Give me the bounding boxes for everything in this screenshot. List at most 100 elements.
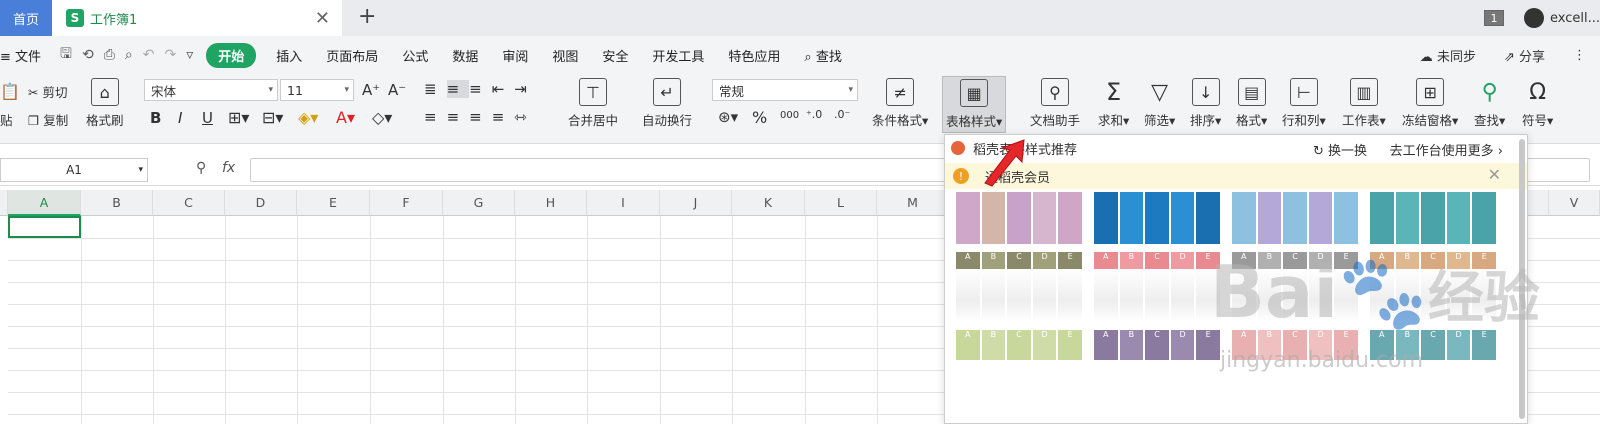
font-grow-icon[interactable]: A⁺ [362, 81, 380, 99]
chevron-down-icon[interactable]: ▿ [186, 47, 193, 63]
sort-button[interactable]: ↓ 排序▾ [1190, 78, 1221, 129]
table-style-thumbnail[interactable] [1370, 192, 1498, 244]
increase-decimal-icon[interactable]: ⁺.0 [806, 108, 822, 121]
column-header-j[interactable]: J [660, 190, 732, 216]
italic-icon[interactable]: I [178, 109, 182, 127]
more-icon[interactable]: ⋮ [1573, 48, 1586, 63]
menu-insert[interactable]: 插入 [276, 46, 302, 65]
conditional-format-button[interactable]: ≠ 条件格式▾ [872, 78, 928, 129]
cut-button[interactable]: ✂ 剪切 [28, 82, 67, 101]
menu-data[interactable]: 数据 [452, 46, 478, 65]
align-middle-icon[interactable]: ≡ [446, 80, 470, 98]
table-style-thumbnail[interactable] [1094, 192, 1222, 244]
column-header-l[interactable]: L [805, 190, 877, 216]
column-header-k[interactable]: K [732, 190, 805, 216]
print-icon[interactable]: ⎙ [104, 47, 115, 63]
menu-view[interactable]: 视图 [552, 46, 578, 65]
symbol-button[interactable]: Ω 符号▾ [1522, 78, 1553, 129]
merge-center-button[interactable]: ⊤ 合并居中 [568, 78, 618, 129]
currency-icon[interactable]: ⊛▾ [718, 108, 738, 126]
table-style-thumbnail[interactable]: ABCDE [1094, 330, 1222, 360]
undo-history-icon[interactable]: ⟲ [82, 47, 94, 63]
worksheet-button[interactable]: ▥ 工作表▾ [1342, 78, 1386, 129]
column-header-b[interactable]: B [81, 190, 153, 216]
find-button[interactable]: ⚲ 查找▾ [1474, 78, 1505, 129]
column-header-f[interactable]: F [370, 190, 443, 216]
format-painter-button[interactable]: ⌂ 格式刷 [86, 78, 124, 129]
underline-icon[interactable]: U [202, 109, 213, 127]
sync-button[interactable]: ☁ 未同步 [1420, 46, 1490, 65]
percent-icon[interactable]: % [752, 108, 767, 127]
tab-workbook[interactable]: S 工作簿1 ✕ [52, 0, 342, 36]
decrease-decimal-icon[interactable]: .0⁻ [834, 108, 850, 121]
close-icon[interactable]: ✕ [315, 8, 330, 29]
table-style-button[interactable]: ▦ 表格样式▾ [942, 76, 1007, 133]
font-name-select[interactable]: 宋体 ▾ [144, 79, 278, 101]
menu-formula[interactable]: 公式 [402, 46, 428, 65]
freeze-panes-button[interactable]: ⊞ 冻结窗格▾ [1402, 78, 1458, 129]
filter-button[interactable]: ▽ 筛选▾ [1144, 78, 1175, 129]
menu-page-layout[interactable]: 页面布局 [326, 46, 378, 65]
table-style-thumbnail[interactable]: ABCDE [1094, 252, 1222, 322]
table-style-thumbnail[interactable] [956, 192, 1084, 244]
menu-security[interactable]: 安全 [602, 46, 628, 65]
column-header-d[interactable]: D [225, 190, 297, 216]
table-style-thumbnail[interactable] [1232, 192, 1360, 244]
eraser-icon[interactable]: ◇▾ [372, 108, 392, 127]
refresh-button[interactable]: ↻ 换一换 [1313, 140, 1367, 159]
align-horizontal-icons[interactable]: ≡≡≡≡⇿ [424, 108, 537, 126]
column-header-i[interactable]: I [587, 190, 660, 216]
user-name[interactable]: excell... [1550, 11, 1600, 26]
paste-icon[interactable]: 📋 [0, 82, 20, 101]
column-header-m[interactable]: M [877, 190, 949, 216]
fx-icon[interactable]: fx [222, 160, 235, 176]
table-style-thumbnail[interactable]: ABCDE [956, 330, 1084, 360]
tab-home[interactable]: 首页 [0, 0, 52, 36]
cell-style-icon[interactable]: ⊟▾ [262, 108, 283, 127]
thousands-icon[interactable]: 000 [780, 110, 799, 121]
align-top-icons[interactable]: ≣≡≡⇤⇥ [424, 80, 537, 98]
selected-cell-a1[interactable] [8, 216, 81, 238]
undo-icon[interactable]: ↶ [143, 47, 155, 63]
menu-search[interactable]: ⌕ 查找 [804, 46, 841, 65]
menu-features[interactable]: 特色应用 [728, 46, 780, 65]
doc-assistant-button[interactable]: ⚲ 文档助手 [1030, 78, 1080, 129]
menu-review[interactable]: 审阅 [502, 46, 528, 65]
table-style-thumbnail[interactable]: ABCDE [956, 252, 1084, 322]
name-box[interactable]: A1 ▾ [0, 158, 148, 182]
window-count-badge[interactable]: 1 [1484, 10, 1504, 26]
redo-icon[interactable]: ↷ [165, 47, 177, 63]
font-color-icon[interactable]: A▾ [336, 108, 355, 127]
menu-developer[interactable]: 开发工具 [652, 46, 704, 65]
row-col-button[interactable]: ⊢ 行和列▾ [1282, 78, 1326, 129]
font-shrink-icon[interactable]: A⁻ [388, 81, 406, 99]
print-preview-icon[interactable]: ⌕ [125, 47, 133, 63]
workbench-more-link[interactable]: 去工作台使用更多 › [1390, 140, 1503, 159]
fill-color-icon[interactable]: ◈▾ [298, 108, 318, 127]
column-header-e[interactable]: E [297, 190, 370, 216]
avatar[interactable] [1524, 8, 1544, 28]
wrap-text-button[interactable]: ↵ 自动换行 [642, 78, 692, 129]
font-size-select[interactable]: 11 ▾ [280, 79, 354, 101]
bold-icon[interactable]: B [150, 109, 161, 127]
menu-file[interactable]: ≡ 文件 [0, 46, 41, 65]
share-button[interactable]: ⇗ 分享 [1504, 46, 1559, 65]
copy-button[interactable]: ❐ 复制 [28, 110, 68, 129]
add-tab-icon[interactable]: + [358, 4, 376, 29]
column-header-a[interactable]: A [8, 190, 81, 216]
corner-header[interactable] [0, 190, 8, 216]
paste-label[interactable]: 贴 [0, 110, 13, 129]
close-icon[interactable]: ✕ [1488, 165, 1501, 184]
col-line [805, 216, 806, 424]
format-button[interactable]: ▤ 格式▾ [1236, 78, 1267, 129]
menu-home[interactable]: 开始 [206, 42, 257, 68]
number-format-select[interactable]: 常规 ▾ [712, 79, 858, 101]
sum-button[interactable]: Σ 求和▾ [1098, 78, 1129, 129]
column-header-h[interactable]: H [515, 190, 587, 216]
border-icon[interactable]: ⊞▾ [228, 108, 249, 127]
save-icon[interactable]: 🖫 [60, 43, 72, 67]
column-header-g[interactable]: G [443, 190, 515, 216]
column-header-v[interactable]: V [1549, 190, 1600, 216]
column-header-c[interactable]: C [153, 190, 225, 216]
zoom-icon[interactable]: ⚲ [196, 160, 206, 176]
